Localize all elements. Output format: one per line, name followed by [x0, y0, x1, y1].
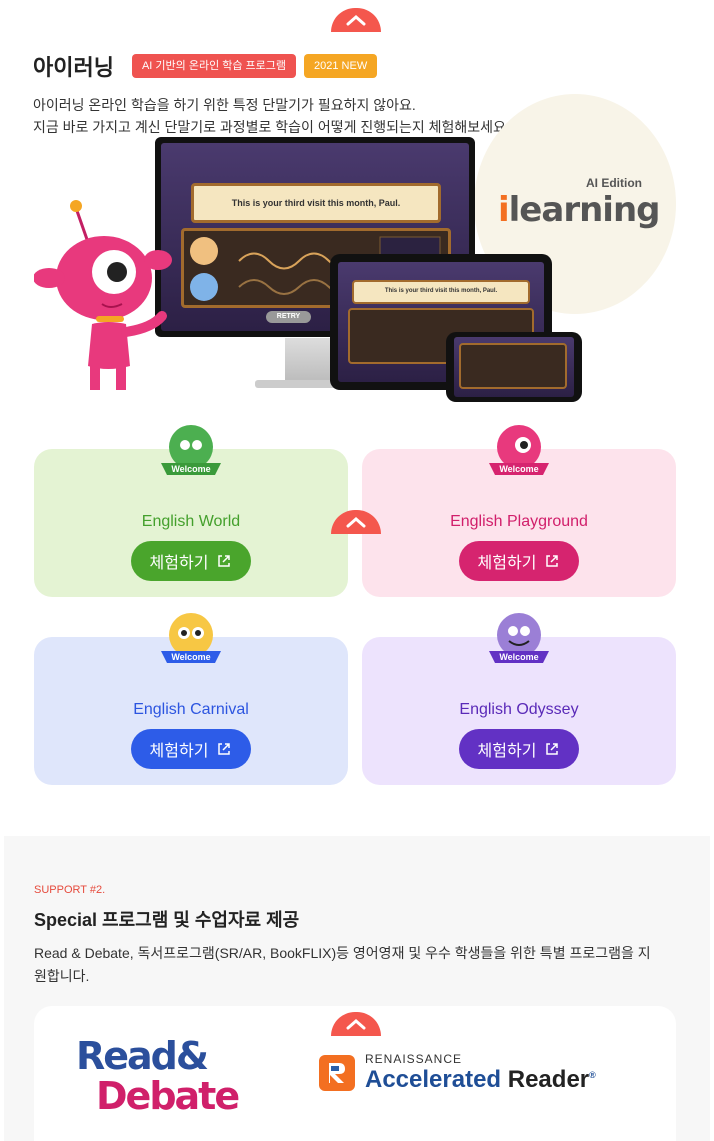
support-heading: Special 프로그램 및 수업자료 제공: [34, 910, 300, 930]
ar-main: Accelerated Reader®: [365, 1066, 596, 1094]
ilearning-section: 아이러닝 AI 기반의 온라인 학습 프로그램 2021 NEW 아이러닝 온라…: [0, 0, 714, 410]
welcome-badge-odyssey: Welcome: [489, 613, 549, 663]
logo-i: i: [498, 190, 510, 230]
logo-edition: AI Edition: [586, 176, 642, 190]
chevron-up-icon: [346, 1019, 366, 1030]
card-english-carnival: Welcome English Carnival 체험하기: [34, 613, 348, 785]
accelerated-reader-logo: RENAISSANCE Accelerated Reader®: [319, 1052, 596, 1094]
phone-board: [459, 343, 567, 389]
external-link-icon: [218, 743, 231, 755]
welcome-text: Welcome: [499, 464, 538, 474]
ai-badge: AI 기반의 온라인 학습 프로그램: [131, 54, 297, 78]
welcome-badge-carnival: Welcome: [161, 613, 221, 663]
read-logo-text: Read&: [76, 1034, 209, 1078]
description-line-2: 지금 바로 가지고 계신 단말기로 과정별로 학습이 어떻게 진행되는지 체험해…: [33, 119, 510, 135]
try-button-odyssey[interactable]: 체험하기: [459, 729, 579, 769]
ar-top: RENAISSANCE: [365, 1052, 463, 1066]
description-line-1: 아이러닝 온라인 학습을 하기 위한 특정 단말기가 필요하지 않아요.: [33, 97, 416, 113]
card-title: English Playground: [450, 513, 588, 530]
try-label: 체험하기: [477, 555, 537, 572]
new-badge: 2021 NEW: [304, 54, 378, 78]
external-link-icon: [546, 743, 559, 755]
phone-device: [446, 332, 582, 402]
try-label: 체험하기: [149, 743, 209, 760]
card-title: English World: [141, 513, 241, 530]
debate-logo-text: Debate: [96, 1074, 240, 1118]
support-tag: SUPPORT #2.: [34, 884, 106, 896]
renaissance-r-icon: [319, 1055, 355, 1091]
try-button-playground[interactable]: 체험하기: [459, 541, 579, 581]
tablet-prompt: This is your third visit this month, Pau…: [352, 280, 530, 304]
screen-prompt: This is your third visit this month, Pau…: [191, 183, 441, 223]
card-english-odyssey: Welcome English Odyssey 체험하기: [362, 613, 676, 785]
try-button-carnival[interactable]: 체험하기: [131, 729, 251, 769]
external-link-icon: [546, 555, 559, 567]
support-section: SUPPORT #2. Special 프로그램 및 수업자료 제공 Read …: [4, 836, 710, 1141]
try-label: 체험하기: [149, 555, 209, 572]
title-row: 아이러닝 AI 기반의 온라인 학습 프로그램 2021 NEW: [33, 50, 378, 82]
welcome-text: Welcome: [171, 464, 210, 474]
external-link-icon: [218, 555, 231, 567]
logo-wordmark: ilearning: [498, 190, 661, 230]
card-english-world: Welcome English World 체험하기: [34, 425, 348, 597]
support-text: Read & Debate, 독서프로그램(SR/AR, BookFLIX)등 …: [34, 945, 651, 984]
welcome-badge-playground: Welcome: [489, 425, 549, 475]
card-english-playground: Welcome English Playground 체험하기: [362, 425, 676, 597]
ar-wordmark: RENAISSANCE Accelerated Reader®: [365, 1052, 596, 1094]
card-title: English Odyssey: [459, 701, 579, 718]
ar-accelerated: Accelerated: [365, 1066, 502, 1093]
logo-rest: learning: [508, 190, 661, 230]
card-title: English Carnival: [133, 701, 249, 718]
description: 아이러닝 온라인 학습을 하기 위한 특정 단말기가 필요하지 않아요. 지금 …: [33, 94, 553, 138]
welcome-text: Welcome: [499, 652, 538, 662]
read-debate-logo: Read& Debate: [76, 1034, 240, 1118]
phone-screen: [454, 337, 574, 397]
try-label: 체험하기: [477, 743, 537, 760]
welcome-badge-world: Welcome: [161, 425, 221, 475]
ar-mark: ®: [589, 1070, 596, 1080]
chevron-up-icon: [346, 517, 366, 528]
monitor-stand: [285, 338, 335, 383]
retry-button[interactable]: RETRY: [266, 311, 311, 323]
page-title: 아이러닝: [33, 55, 114, 80]
pink-alien-mascot: [33, 198, 174, 403]
try-button-world[interactable]: 체험하기: [131, 541, 251, 581]
ar-reader: Reader: [507, 1066, 590, 1093]
welcome-text: Welcome: [171, 652, 210, 662]
